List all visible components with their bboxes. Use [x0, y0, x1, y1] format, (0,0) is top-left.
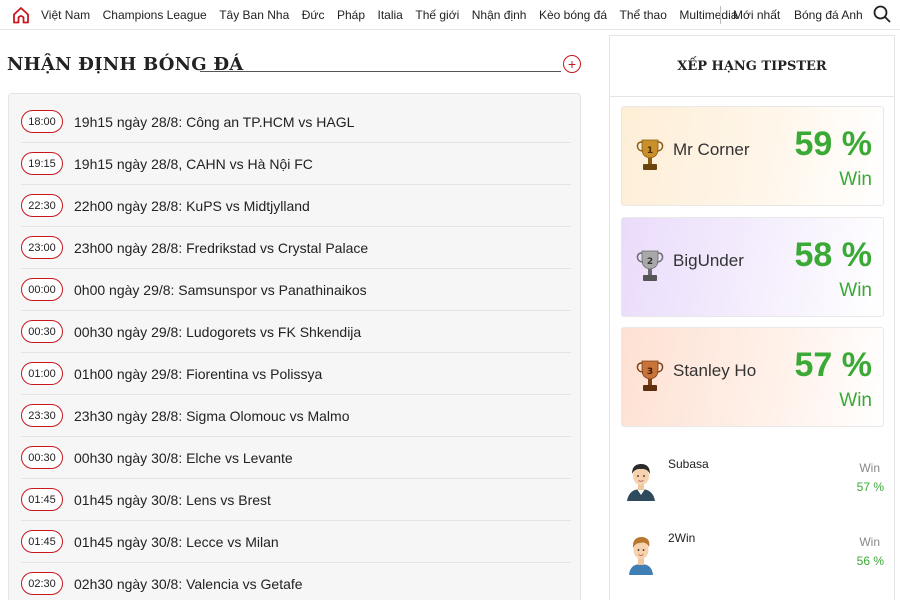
nav-item-latest[interactable]: Mới nhất [733, 0, 780, 30]
match-row[interactable]: 23:00 23h00 ngày 28/8: Fredrikstad vs Cr… [21, 227, 571, 269]
match-time-badge: 02:30 [21, 572, 63, 595]
tipster-row[interactable]: 2Win Win 56 % [610, 529, 894, 589]
trophy-gold-icon: 1 [636, 139, 664, 170]
plus-icon: + [567, 56, 577, 72]
tipster-row[interactable]: Subasa Win 57 % [610, 455, 894, 515]
match-row[interactable]: 01:00 01h00 ngày 29/8: Fiorentina vs Pol… [21, 353, 571, 395]
nav-item-the-gioi[interactable]: Thế giới [415, 8, 459, 22]
home-icon[interactable] [11, 5, 31, 25]
match-time-badge: 00:30 [21, 446, 63, 469]
tipster-win-percent: 59 % [794, 125, 873, 163]
tipster-name[interactable]: 2Win [668, 531, 695, 545]
tipster-ranking-panel: XẾP HẠNG TIPSTER 1 Mr Corner 59 % Win 2 … [609, 35, 895, 600]
nav-item-duc[interactable]: Đức [302, 8, 325, 22]
match-title-link[interactable]: 02h30 ngày 30/8: Valencia vs Getafe [74, 576, 303, 592]
match-title-link[interactable]: 01h45 ngày 30/8: Lens vs Brest [74, 492, 271, 508]
match-row[interactable]: 00:30 00h30 ngày 29/8: Ludogorets vs FK … [21, 311, 571, 353]
avatar [622, 534, 660, 575]
match-time-badge: 23:30 [21, 404, 63, 427]
match-row[interactable]: 18:00 19h15 ngày 28/8: Công an TP.HCM vs… [21, 101, 571, 143]
match-row[interactable]: 19:15 19h15 ngày 28/8, CAHN vs Hà Nội FC [21, 143, 571, 185]
tipster-win-label: Win [859, 535, 880, 549]
match-row[interactable]: 01:45 01h45 ngày 30/8: Lens vs Brest [21, 479, 571, 521]
tipster-name[interactable]: Subasa [668, 457, 709, 471]
match-time-badge: 00:30 [21, 320, 63, 343]
top-tipster-card[interactable]: 1 Mr Corner 59 % Win [621, 106, 884, 206]
match-title-link[interactable]: 19h15 ngày 28/8: Công an TP.HCM vs HAGL [74, 114, 354, 130]
match-time-badge: 01:00 [21, 362, 63, 385]
top-tipster-card[interactable]: 2 BigUnder 58 % Win [621, 217, 884, 317]
tipster-win-label: Win [839, 169, 872, 190]
match-row[interactable]: 22:30 22h00 ngày 28/8: KuPS vs Midtjylla… [21, 185, 571, 227]
trophy-bronze-icon: 3 [636, 360, 664, 391]
match-row[interactable]: 01:45 01h45 ngày 30/8: Lecce vs Milan [21, 521, 571, 563]
nav-item-england[interactable]: Bóng đá Anh [794, 0, 863, 30]
match-title-link[interactable]: 23h30 ngày 28/8: Sigma Olomouc vs Malmo [74, 408, 349, 424]
tipster-win-percent: 56 % [856, 554, 884, 568]
match-row[interactable]: 02:30 02h30 ngày 30/8: Valencia vs Getaf… [21, 563, 571, 600]
match-list: 18:00 19h15 ngày 28/8: Công an TP.HCM vs… [8, 93, 581, 600]
trophy-silver-icon: 2 [636, 250, 664, 281]
tipster-win-percent: 57 % [794, 346, 873, 384]
match-time-badge: 01:45 [21, 488, 63, 511]
expand-plus-button[interactable]: + [563, 55, 581, 73]
match-title-link[interactable]: 0h00 ngày 29/8: Samsunspor vs Panathinai… [74, 282, 367, 298]
avatar [622, 460, 660, 501]
nav-item-italia[interactable]: Italia [378, 8, 403, 22]
rank-number: 3 [647, 367, 653, 377]
nav-item-keo-bong-da[interactable]: Kèo bóng đá [539, 8, 607, 22]
match-time-badge: 00:00 [21, 278, 63, 301]
tipster-win-percent: 57 % [856, 480, 884, 494]
match-row[interactable]: 00:30 00h30 ngày 30/8: Elche vs Levante [21, 437, 571, 479]
nav-item-tay-ban-nha[interactable]: Tây Ban Nha [219, 8, 289, 22]
top-tipster-card[interactable]: 3 Stanley Ho 57 % Win [621, 327, 884, 427]
nav-item-viet-nam[interactable]: Việt Nam [41, 8, 90, 22]
title-underline [200, 71, 561, 72]
match-title-link[interactable]: 22h00 ngày 28/8: KuPS vs Midtjylland [74, 198, 310, 214]
tipster-win-label: Win [859, 461, 880, 475]
match-time-badge: 19:15 [21, 152, 63, 175]
tipster-win-label: Win [839, 390, 872, 411]
match-time-badge: 01:45 [21, 530, 63, 553]
match-time-badge: 18:00 [21, 110, 63, 133]
tipster-name[interactable]: Mr Corner [673, 140, 750, 160]
nav-item-phap[interactable]: Pháp [337, 8, 365, 22]
match-title-link[interactable]: 19h15 ngày 28/8, CAHN vs Hà Nội FC [74, 156, 313, 172]
match-title-link[interactable]: 23h00 ngày 28/8: Fredrikstad vs Crystal … [74, 240, 368, 256]
tipster-name[interactable]: Stanley Ho [673, 361, 756, 381]
nav-item-multimedia[interactable]: Multimedia [679, 8, 737, 22]
match-title-link[interactable]: 00h30 ngày 30/8: Elche vs Levante [74, 450, 293, 466]
match-title-link[interactable]: 00h30 ngày 29/8: Ludogorets vs FK Shkend… [74, 324, 361, 340]
nav-divider [720, 6, 721, 24]
rank-number: 1 [647, 146, 653, 156]
tipster-heading: XẾP HẠNG TIPSTER [610, 36, 894, 97]
tipster-win-label: Win [839, 280, 872, 301]
nav-item-nhan-dinh[interactable]: Nhận định [472, 8, 527, 22]
search-icon[interactable] [873, 5, 891, 23]
match-row[interactable]: 00:00 0h00 ngày 29/8: Samsunspor vs Pana… [21, 269, 571, 311]
tipster-name[interactable]: BigUnder [673, 251, 744, 271]
match-title-link[interactable]: 01h45 ngày 30/8: Lecce vs Milan [74, 534, 279, 550]
match-title-link[interactable]: 01h00 ngày 29/8: Fiorentina vs Polissya [74, 366, 322, 382]
match-time-badge: 22:30 [21, 194, 63, 217]
nav-item-the-thao[interactable]: Thể thao [620, 8, 667, 22]
rank-number: 2 [647, 257, 653, 267]
match-time-badge: 23:00 [21, 236, 63, 259]
nav-item-champions-league[interactable]: Champions League [103, 8, 207, 22]
match-row[interactable]: 23:30 23h30 ngày 28/8: Sigma Olomouc vs … [21, 395, 571, 437]
top-navigation: Việt Nam Champions League Tây Ban Nha Đứ… [0, 0, 900, 30]
nav-menu: Việt Nam Champions League Tây Ban Nha Đứ… [41, 0, 750, 30]
tipster-win-percent: 58 % [794, 236, 873, 274]
